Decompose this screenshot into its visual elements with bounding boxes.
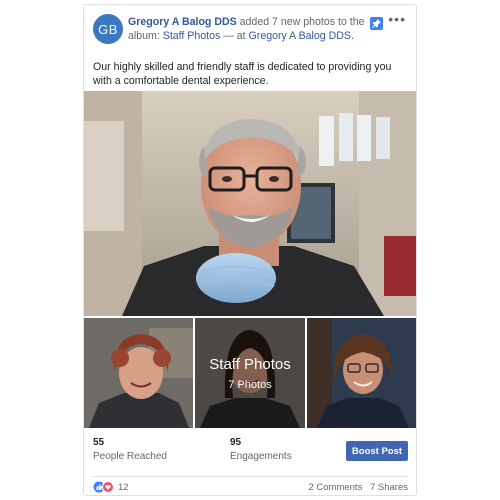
engagements-label: Engagements — [230, 451, 292, 462]
album-thumbnails: Staff Photos 7 Photos — [84, 318, 416, 428]
reaction-count[interactable]: 12 — [118, 482, 129, 493]
main-photo[interactable] — [84, 91, 416, 316]
people-reached-stat[interactable]: 55 People Reached — [93, 437, 167, 462]
at-text: — at — [220, 30, 249, 42]
album-title: Staff Photos — [209, 355, 291, 373]
shares-count-link[interactable]: 7 Shares — [370, 482, 408, 493]
pin-icon[interactable] — [370, 17, 383, 30]
people-reached-label: People Reached — [93, 451, 167, 462]
comments-count-link[interactable]: 2 Comments — [308, 482, 362, 493]
love-icon — [102, 481, 114, 493]
more-icon[interactable]: ••• — [388, 12, 406, 26]
engagement-counts: 2 Comments 7 Shares — [303, 482, 408, 493]
post-header-text: Gregory A Balog DDS added 7 new photos t… — [128, 15, 374, 43]
thumbnail-photo[interactable] — [84, 318, 194, 428]
album-cover-thumbnail[interactable]: Staff Photos 7 Photos — [195, 318, 305, 428]
engagements-value: 95 — [230, 437, 242, 448]
post-card: GB Gregory A Balog DDS added 7 new photo… — [83, 4, 417, 496]
post-header: GB Gregory A Balog DDS added 7 new photo… — [93, 12, 408, 47]
reaction-icons[interactable] — [93, 481, 115, 493]
boost-post-button[interactable]: Boost Post — [346, 441, 408, 461]
people-reached-value: 55 — [93, 437, 105, 448]
album-link[interactable]: Staff Photos — [163, 30, 221, 42]
avatar[interactable]: GB — [93, 14, 123, 44]
album-overlay: Staff Photos 7 Photos — [195, 318, 305, 428]
engagements-stat[interactable]: 95 Engagements — [230, 437, 292, 462]
album-photo-count: 7 Photos — [228, 378, 272, 391]
thumbnail-photo[interactable] — [306, 318, 416, 428]
page-name-link[interactable]: Gregory A Balog DDS — [128, 16, 237, 28]
post-insights: 55 People Reached 95 Engagements Boost P… — [93, 437, 408, 471]
post-body-text: Our highly skilled and friendly staff is… — [93, 61, 392, 87]
divider — [93, 476, 408, 477]
location-link[interactable]: Gregory A Balog DDS. — [249, 30, 354, 42]
reactions-bar: 12 2 Comments 7 Shares — [93, 481, 408, 495]
